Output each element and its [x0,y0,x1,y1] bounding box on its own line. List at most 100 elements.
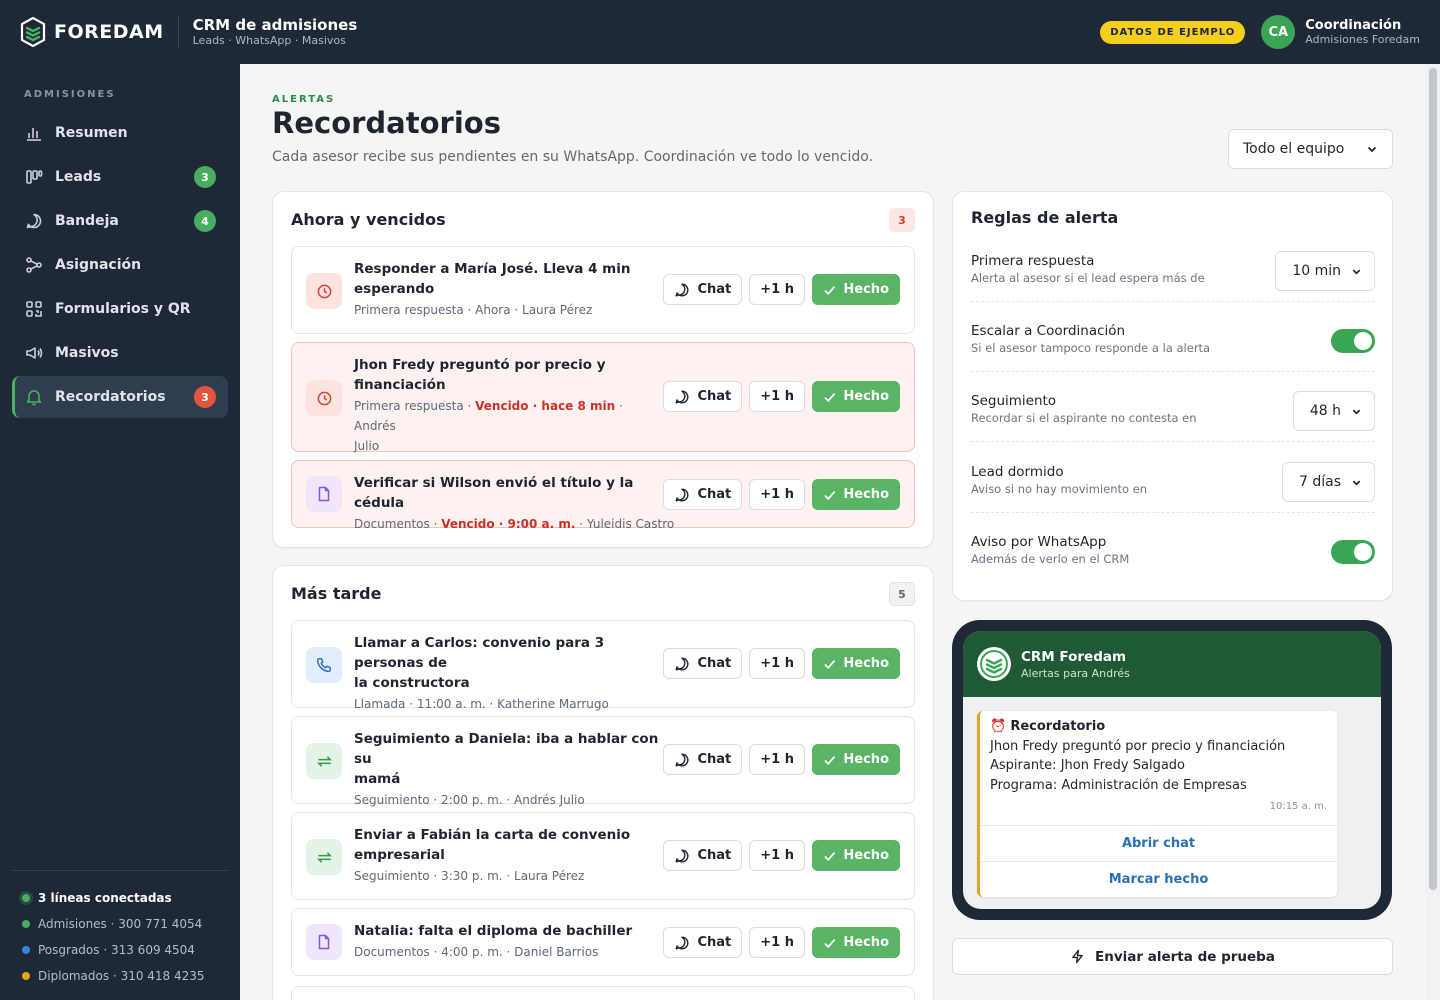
sidebar-item-resumen[interactable]: Resumen [12,112,228,154]
chat-button[interactable]: Chat [663,648,743,679]
snooze-button[interactable]: +1 h [749,479,805,510]
bandeja-count-badge: 4 [194,210,216,232]
reminder-actions: Chat +1 h Hecho [663,648,900,679]
sidebar-item-label: Leads [55,169,102,185]
chat-bubble-icon [675,936,689,949]
chevron-down-icon [1367,146,1377,153]
qr-code-icon [24,299,44,319]
snooze-button[interactable]: +1 h [749,744,805,775]
sidebar-item-leads[interactable]: Leads 3 [12,156,228,198]
send-test-alert-button[interactable]: Enviar alerta de prueba [952,938,1393,975]
user-role: Admisiones Foredam [1305,32,1420,46]
follow-up-select[interactable]: 48 h [1292,391,1375,431]
share-nodes-icon [24,255,44,275]
mark-done-button[interactable]: Marcar hecho [980,860,1337,897]
overdue-label: Vencido · hace 8 min [475,399,616,413]
check-icon [824,659,836,669]
check-icon [824,490,836,500]
check-icon [824,392,836,402]
sidebar-item-recordatorios[interactable]: Recordatorios 3 [12,376,228,418]
reminder-meta: Primera respuesta · Vencido · hace 8 min… [354,399,623,453]
repeat-arrows-icon [306,839,342,875]
reminder-actions: Chat +1 h Hecho [663,381,900,412]
chat-button[interactable]: Chat [663,840,743,871]
reminder-text: Responder a María José. Lleva 4 min esper… [354,259,674,320]
snooze-button[interactable]: +1 h [749,274,805,305]
done-button[interactable]: Hecho [812,274,900,305]
reminder-actions: Chat +1 h Hecho [663,927,900,958]
done-button[interactable]: Hecho [812,840,900,871]
done-button[interactable]: Hecho [812,381,900,412]
done-button[interactable]: Hecho [812,927,900,958]
sidebar-item-asignacion[interactable]: Asignación [12,244,228,286]
page-eyebrow: ALERTAS [272,94,336,105]
chevron-down-icon [1352,269,1361,275]
sidebar-item-label: Bandeja [55,213,119,229]
chat-button[interactable]: Chat [663,927,743,958]
lines-status: 3 líneas conectadas [22,885,218,911]
line-posgrados: Posgrados · 313 609 4504 [22,937,218,963]
chat-button[interactable]: Chat [663,479,743,510]
whatsapp-chat-header: CRM Foredam Alertas para Andrés [963,631,1381,697]
sidebar-item-masivos[interactable]: Masivos [12,332,228,374]
later-count: 5 [889,582,915,606]
open-chat-button[interactable]: Abrir chat [980,824,1337,861]
chat-button[interactable]: Chat [663,274,743,305]
first-response-select[interactable]: 10 min [1275,251,1375,291]
whatsapp-notice-toggle[interactable] [1331,540,1375,564]
reminder-item[interactable]: Enviar a Fabián la carta de convenio empr… [291,812,915,900]
reminder-item[interactable]: Seguimiento a Daniela: iba a hablar con … [291,716,915,807]
rule-description: Si el asesor tampoco responde a la alert… [971,341,1211,355]
escalate-toggle[interactable] [1331,329,1375,353]
chat-bubble-icon [675,283,689,296]
check-icon [824,851,836,861]
user-info[interactable]: Coordinación Admisiones Foredam [1305,18,1420,47]
line-admisiones: Admisiones · 300 771 4054 [22,911,218,937]
snooze-button[interactable]: +1 h [749,381,805,412]
reminder-title: Enviar a Fabián la carta de convenio empr… [354,827,631,863]
bar-chart-icon [24,123,44,143]
reminder-item[interactable]: Responder a María José. Lleva 4 min esper… [291,246,915,334]
reminder-meta: Llamada · 11:00 a. m. · Katherine Marrug… [354,697,609,711]
reminder-item[interactable]: Verificar si Wilson envió el título y la… [291,460,915,531]
reminder-title: Responder a María José. Lleva 4 min esper… [354,261,631,297]
page-scrollbar[interactable] [1426,64,1440,1000]
chat-button[interactable]: Chat [663,744,743,775]
message-body: ⏰ Recordatorio Jhon Fredy preguntó por p… [980,711,1337,825]
status-dot [22,946,30,954]
sidebar-item-bandeja[interactable]: Bandeja 4 [12,200,228,242]
alarm-clock-icon: ⏰ [990,719,1007,734]
snooze-button[interactable]: +1 h [749,927,805,958]
page-title: Recordatorios [272,106,501,140]
later-card: Más tarde 5 Llamar a Carlos: convenio pa… [272,565,934,1000]
clock-icon [306,273,342,309]
sidebar-item-label: Formularios y QR [55,301,191,317]
reminder-item[interactable]: Natalia: falta el diploma de bachiller D… [291,908,915,976]
phone-icon [306,647,342,683]
chat-button[interactable]: Chat [663,381,743,412]
message-line: Programa: Administración de Empresas [990,777,1247,793]
avatar[interactable]: CA [1261,15,1296,49]
logo[interactable]: FOREDAM [20,17,164,47]
sidebar-item-label: Recordatorios [55,389,166,405]
reminder-item[interactable] [291,986,915,1000]
check-icon [824,755,836,765]
reminder-actions: Chat +1 h Hecho [663,479,900,510]
sidebar-item-formularios-qr[interactable]: Formularios y QR [12,288,228,330]
whatsapp-preview-phone: CRM Foredam Alertas para Andrés ⏰ Record… [952,620,1392,920]
reminder-message-bubble: ⏰ Recordatorio Jhon Fredy preguntó por p… [977,711,1337,897]
team-filter-select[interactable]: Todo el equipo [1228,129,1393,169]
megaphone-icon [24,343,44,363]
reminder-item[interactable]: Llamar a Carlos: convenio para 3 persona… [291,620,915,711]
dormant-lead-select[interactable]: 7 días [1281,462,1375,502]
reminder-item[interactable]: Jhon Fredy preguntó por precio y financia… [291,342,915,453]
done-button[interactable]: Hecho [812,479,900,510]
done-button[interactable]: Hecho [812,648,900,679]
chat-bubble-icon [675,488,689,501]
scrollbar-thumb[interactable] [1429,68,1437,890]
snooze-button[interactable]: +1 h [749,648,805,679]
sidebar-item-label: Masivos [55,345,119,361]
sidebar-section-title: ADMISIONES [24,89,116,100]
done-button[interactable]: Hecho [812,744,900,775]
snooze-button[interactable]: +1 h [749,840,805,871]
